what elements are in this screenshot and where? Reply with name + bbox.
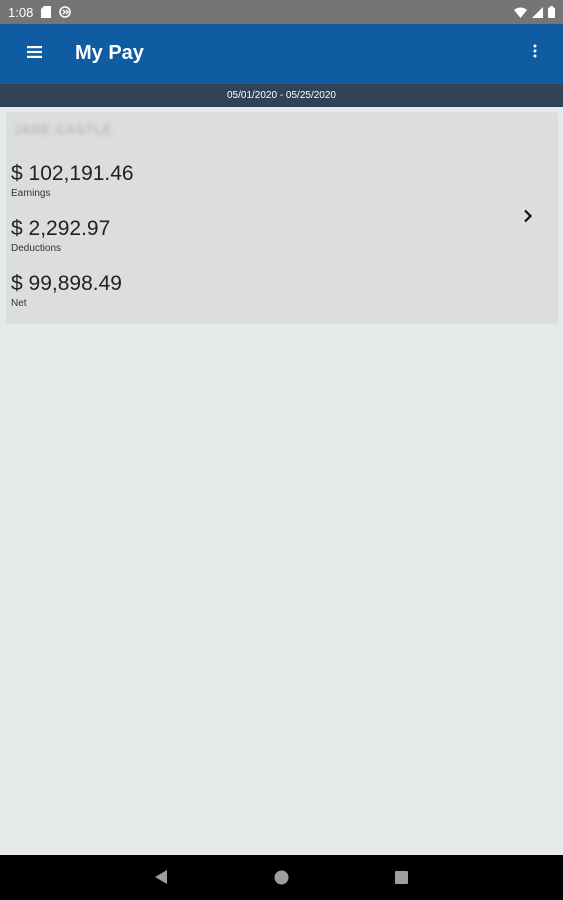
earnings-amount: $ 102,191.46 [11, 162, 134, 185]
employee-name: JANE CASTLE [14, 122, 113, 137]
page-title: My Pay [75, 42, 144, 64]
chevron-right-icon[interactable] [523, 209, 533, 228]
status-time: 1:08 [8, 4, 34, 20]
net-block: $ 99,898.49 Net [11, 272, 122, 309]
home-icon[interactable] [274, 870, 289, 890]
cellular-icon [532, 6, 543, 18]
date-range-bar: 05/01/2020 - 05/25/2020 [0, 83, 563, 107]
system-nav-bar [0, 855, 563, 900]
date-range-text: 05/01/2020 - 05/25/2020 [227, 90, 336, 101]
app-bar: My Pay [0, 24, 563, 83]
sync-icon [59, 6, 72, 18]
battery-icon [548, 6, 555, 18]
menu-button[interactable] [0, 24, 70, 83]
overflow-menu-button[interactable] [507, 24, 563, 83]
earnings-block: $ 102,191.46 Earnings [11, 162, 134, 199]
wifi-icon [514, 7, 527, 18]
back-icon[interactable] [154, 869, 168, 890]
hamburger-menu-icon [27, 45, 42, 63]
status-bar: 1:08 [0, 0, 563, 24]
pay-summary-card[interactable]: JANE CASTLE $ 102,191.46 Earnings $ 2,29… [6, 112, 558, 324]
more-vert-icon [533, 44, 537, 63]
deductions-block: $ 2,292.97 Deductions [11, 217, 110, 254]
sd-card-icon [41, 6, 52, 18]
net-label: Net [11, 298, 27, 309]
earnings-label: Earnings [11, 188, 51, 199]
recents-icon[interactable] [395, 871, 408, 889]
deductions-amount: $ 2,292.97 [11, 217, 111, 240]
net-amount: $ 99,898.49 [11, 272, 122, 295]
deductions-label: Deductions [11, 243, 62, 254]
